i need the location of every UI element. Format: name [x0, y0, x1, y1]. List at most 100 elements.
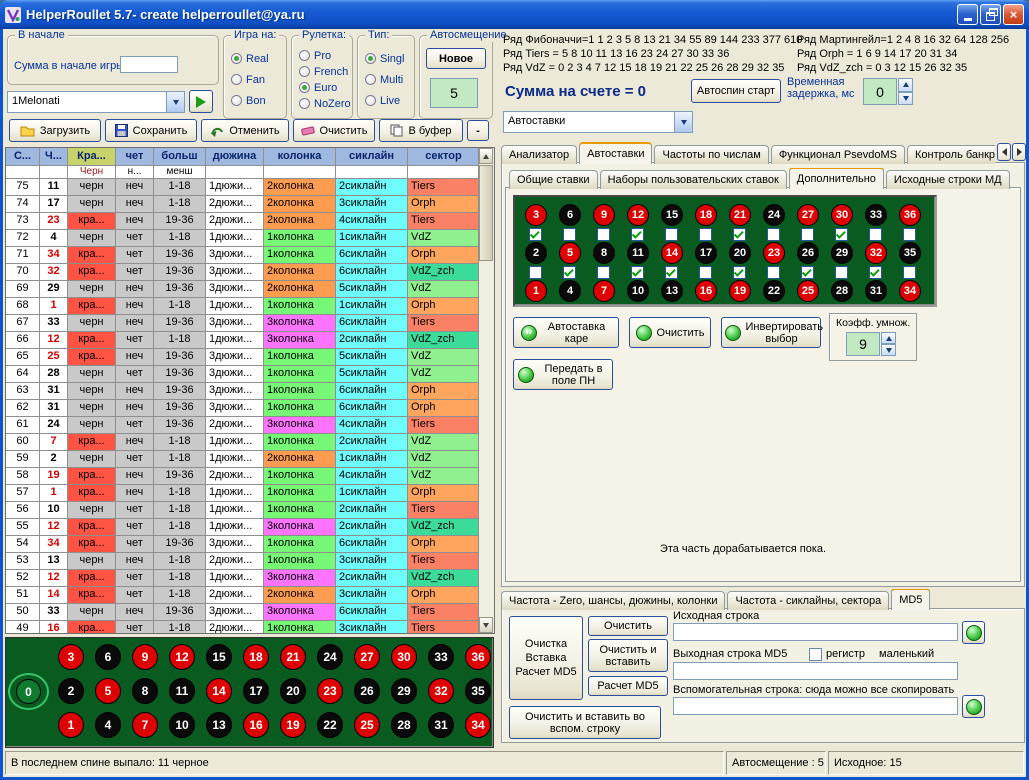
- md5-aux-input[interactable]: [673, 697, 958, 715]
- board-number-19[interactable]: 19: [729, 280, 751, 302]
- board-number-17[interactable]: 17: [243, 678, 269, 704]
- autospin-start-button[interactable]: Автоспин старт: [691, 79, 781, 103]
- board-number-30[interactable]: 30: [391, 644, 417, 670]
- sub-tab-1[interactable]: Общие ставки: [509, 170, 598, 189]
- board-number-5[interactable]: 5: [559, 242, 581, 264]
- board-number-9[interactable]: 9: [132, 644, 158, 670]
- md5-source-action-button[interactable]: [962, 621, 985, 644]
- radio-french[interactable]: French: [299, 65, 350, 78]
- autobets-combobox[interactable]: Автоставки: [503, 111, 693, 133]
- board-number-31[interactable]: 31: [865, 280, 887, 302]
- bet-checkbox[interactable]: [529, 228, 542, 241]
- undo-button[interactable]: Отменить: [201, 119, 289, 142]
- board-number-20[interactable]: 20: [280, 678, 306, 704]
- delay-spin-up[interactable]: [898, 78, 913, 92]
- radio-euro[interactable]: Euro: [299, 81, 350, 94]
- radio-live[interactable]: Live: [365, 94, 412, 107]
- board-number-3[interactable]: 3: [525, 204, 547, 226]
- table-row[interactable]: 6124чернчет19-362дюжи...3колонка4сиклайн…: [6, 417, 480, 434]
- sub-tab-3[interactable]: Дополнительно: [789, 168, 884, 189]
- board-number-29[interactable]: 29: [831, 242, 853, 264]
- table-row[interactable]: 7323кра...неч19-362дюжи...2колонка4сикла…: [6, 213, 480, 230]
- bet-checkbox[interactable]: [597, 228, 610, 241]
- combo-arrow-button[interactable]: [674, 112, 692, 132]
- extra-clear-button[interactable]: Очистить: [629, 317, 711, 348]
- bet-checkbox[interactable]: [631, 228, 644, 241]
- autoshift-value[interactable]: 5: [430, 78, 478, 108]
- board-number-14[interactable]: 14: [661, 242, 683, 264]
- scroll-up-button[interactable]: [479, 148, 493, 164]
- md5-clear-paste-aux-button[interactable]: Очистить и вставить во вспом. строку: [509, 706, 661, 739]
- board-number-36[interactable]: 36: [899, 204, 921, 226]
- delay-spin-down[interactable]: [898, 92, 913, 106]
- tabs-scroll-left-button[interactable]: [997, 143, 1011, 161]
- bet-checkbox[interactable]: [903, 228, 916, 241]
- board-number-30[interactable]: 30: [831, 204, 853, 226]
- bet-checkbox[interactable]: [869, 228, 882, 241]
- table-row[interactable]: 7134кра...чет19-363дюжи...1колонка6сикла…: [6, 247, 480, 264]
- board-number-12[interactable]: 12: [169, 644, 195, 670]
- board-number-34[interactable]: 34: [465, 712, 491, 738]
- board-number-31[interactable]: 31: [428, 712, 454, 738]
- bet-checkbox[interactable]: [529, 266, 542, 279]
- board-number-25[interactable]: 25: [797, 280, 819, 302]
- board-number-2[interactable]: 2: [58, 678, 84, 704]
- multiplier-spin-down[interactable]: [881, 344, 896, 356]
- board-number-11[interactable]: 11: [169, 678, 195, 704]
- radio-real[interactable]: Real: [231, 52, 284, 65]
- table-row[interactable]: 7511черннеч1-181дюжи...2колонка2сиклайнT…: [6, 179, 480, 196]
- board-number-6[interactable]: 6: [559, 204, 581, 226]
- table-row[interactable]: 607кра...неч1-181дюжи...1колонка2сиклайн…: [6, 434, 480, 451]
- table-row[interactable]: 5434кра...чет19-363дюжи...1колонка6сикла…: [6, 536, 480, 553]
- md5-clear-paste-button[interactable]: Очистить и вставить: [588, 639, 668, 672]
- board-number-17[interactable]: 17: [695, 242, 717, 264]
- table-row[interactable]: 5212кра...чет1-181дюжи...3колонка2сиклай…: [6, 570, 480, 587]
- autobet-corner-button[interactable]: 49 Автоставка каре: [513, 317, 619, 348]
- bet-checkbox[interactable]: [835, 228, 848, 241]
- board-number-8[interactable]: 8: [132, 678, 158, 704]
- bet-checkbox[interactable]: [665, 266, 678, 279]
- start-sum-input[interactable]: [120, 56, 178, 73]
- main-tab-5[interactable]: Контроль банкрол: [907, 145, 995, 164]
- bet-checkbox[interactable]: [631, 266, 644, 279]
- board-number-33[interactable]: 33: [865, 204, 887, 226]
- board-number-34[interactable]: 34: [899, 280, 921, 302]
- table-row[interactable]: 571кра...неч1-181дюжи...1колонка1сиклайн…: [6, 485, 480, 502]
- table-row[interactable]: 6612кра...чет1-181дюжи...3колонка2сиклай…: [6, 332, 480, 349]
- board-number-25[interactable]: 25: [354, 712, 380, 738]
- radio-fan[interactable]: Fan: [231, 73, 284, 86]
- register-checkbox[interactable]: [809, 648, 822, 661]
- board-number-26[interactable]: 26: [797, 242, 819, 264]
- table-row[interactable]: 5313черннеч1-182дюжи...1колонка3сиклайнT…: [6, 553, 480, 570]
- board-number-22[interactable]: 22: [763, 280, 785, 302]
- radio-multi[interactable]: Multi: [365, 73, 412, 86]
- board-number-27[interactable]: 27: [354, 644, 380, 670]
- radio-pro[interactable]: Pro: [299, 49, 350, 62]
- board-number-8[interactable]: 8: [593, 242, 615, 264]
- delay-value[interactable]: 0: [863, 78, 897, 105]
- board-number-18[interactable]: 18: [695, 204, 717, 226]
- board-number-4[interactable]: 4: [95, 712, 121, 738]
- board-number-9[interactable]: 9: [593, 204, 615, 226]
- table-row[interactable]: 724чернчет1-181дюжи...1колонка1сиклайнVd…: [6, 230, 480, 247]
- freq-tab-1[interactable]: Частота - Zero, шансы, дюжины, колонки: [501, 591, 725, 610]
- md5-output-input[interactable]: [673, 662, 958, 680]
- table-row[interactable]: 6929черннеч19-363дюжи...2колонка5сиклайн…: [6, 281, 480, 298]
- radio-singl[interactable]: Singl: [365, 52, 412, 65]
- board-number-10[interactable]: 10: [627, 280, 649, 302]
- copy-to-buffer-button[interactable]: В буфер: [379, 119, 463, 142]
- scroll-down-button[interactable]: [479, 617, 493, 633]
- board-number-21[interactable]: 21: [280, 644, 306, 670]
- minus-button[interactable]: -: [467, 120, 489, 141]
- board-number-29[interactable]: 29: [391, 678, 417, 704]
- board-number-28[interactable]: 28: [391, 712, 417, 738]
- bet-checkbox[interactable]: [699, 266, 712, 279]
- main-tab-3[interactable]: Частоты по числам: [654, 145, 768, 164]
- radio-nozero[interactable]: NoZero: [299, 97, 350, 110]
- table-row[interactable]: 6733черннеч19-363дюжи...3колонка6сиклайн…: [6, 315, 480, 332]
- board-number-33[interactable]: 33: [428, 644, 454, 670]
- table-row[interactable]: 7417черннеч1-182дюжи...2колонка3сиклайнO…: [6, 196, 480, 213]
- minimize-button[interactable]: [957, 4, 978, 25]
- md5-aux-action-button[interactable]: [962, 695, 985, 718]
- clear-button[interactable]: Очистить: [293, 119, 375, 142]
